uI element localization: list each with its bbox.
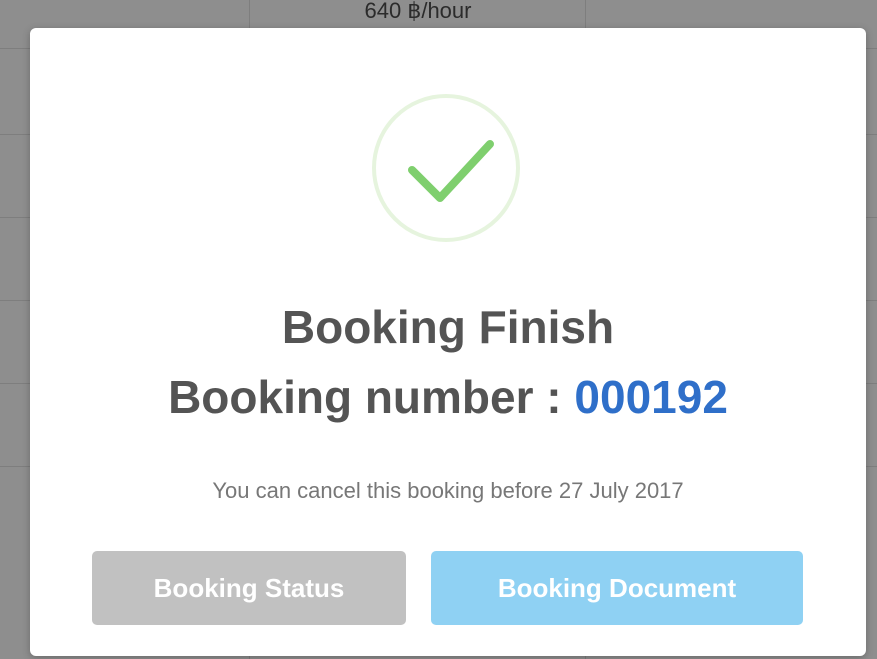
booking-number-value: 000192 (574, 371, 728, 423)
cancel-deadline-note: You can cancel this booking before 27 Ju… (212, 478, 684, 503)
booking-number-line: Booking number : 000192 (30, 369, 866, 425)
booking-document-button[interactable]: Booking Document (431, 551, 803, 625)
modal-title: Booking Finish (281, 301, 615, 353)
booking-success-modal: Booking Finish Booking number : 000192 Y… (30, 28, 866, 656)
checkmark-icon (408, 140, 494, 202)
success-checkmark-icon (372, 94, 520, 242)
booking-status-button[interactable]: Booking Status (92, 551, 406, 625)
background-price: 640 ฿/hour (364, 0, 472, 23)
booking-number-label: Booking number : (168, 371, 575, 423)
